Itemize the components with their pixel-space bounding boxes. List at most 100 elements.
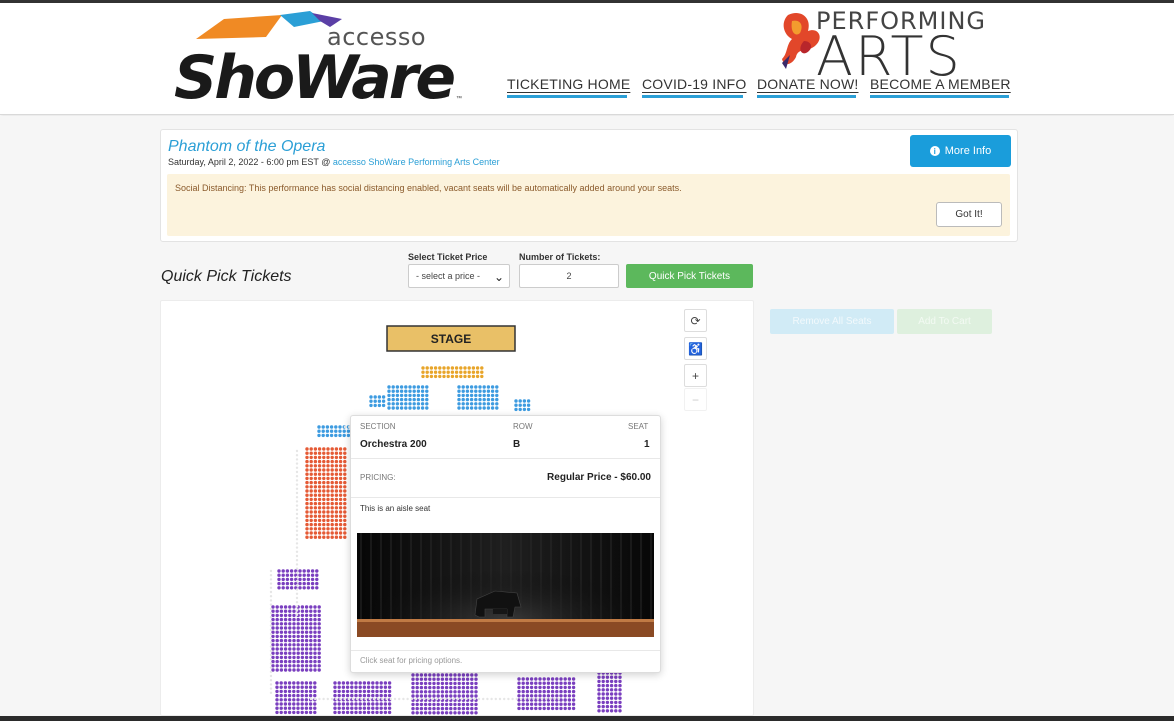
seat[interactable] bbox=[279, 630, 284, 634]
seat[interactable] bbox=[326, 510, 330, 514]
seat[interactable] bbox=[317, 468, 322, 472]
seat[interactable] bbox=[449, 677, 453, 681]
seat[interactable] bbox=[482, 402, 486, 406]
seat[interactable] bbox=[465, 685, 470, 690]
nav-covid-info[interactable]: COVID-19 INFO bbox=[642, 76, 747, 92]
seat[interactable] bbox=[338, 472, 343, 476]
seat[interactable] bbox=[461, 393, 465, 398]
seat[interactable] bbox=[309, 664, 313, 668]
seat[interactable] bbox=[334, 489, 339, 493]
seat[interactable] bbox=[345, 689, 350, 694]
remove-all-seats-button[interactable]: Remove All Seats bbox=[770, 309, 894, 334]
seat[interactable] bbox=[338, 447, 343, 451]
seat[interactable] bbox=[534, 681, 538, 685]
seat[interactable] bbox=[313, 634, 317, 639]
seat[interactable] bbox=[309, 518, 313, 523]
seat[interactable] bbox=[317, 634, 321, 639]
seat[interactable] bbox=[425, 366, 429, 370]
seat[interactable] bbox=[419, 711, 424, 715]
seat[interactable] bbox=[322, 493, 326, 497]
seat[interactable] bbox=[375, 702, 379, 706]
seat[interactable] bbox=[306, 577, 311, 582]
seat[interactable] bbox=[474, 402, 478, 406]
seat[interactable] bbox=[308, 702, 313, 706]
seat[interactable] bbox=[601, 692, 605, 696]
seat[interactable] bbox=[279, 638, 284, 643]
showare-logo[interactable]: accesso ShoWare ™ bbox=[172, 9, 472, 113]
seat[interactable] bbox=[522, 407, 527, 412]
seat[interactable] bbox=[457, 385, 461, 389]
seat[interactable] bbox=[429, 374, 434, 379]
seat[interactable] bbox=[446, 374, 450, 379]
seat[interactable] bbox=[283, 609, 288, 613]
seat[interactable] bbox=[383, 685, 388, 689]
seat[interactable] bbox=[333, 693, 337, 698]
seat[interactable] bbox=[383, 681, 388, 685]
seat[interactable] bbox=[304, 668, 309, 672]
seat[interactable] bbox=[375, 689, 379, 694]
seat[interactable] bbox=[317, 630, 321, 634]
seat[interactable] bbox=[486, 397, 491, 402]
seat[interactable] bbox=[279, 613, 284, 618]
seat[interactable] bbox=[333, 702, 337, 706]
seat[interactable] bbox=[436, 673, 440, 677]
seat[interactable] bbox=[618, 688, 622, 692]
seat[interactable] bbox=[304, 659, 309, 664]
seat[interactable] bbox=[305, 514, 309, 518]
seat[interactable] bbox=[309, 531, 313, 535]
seat[interactable] bbox=[369, 403, 373, 408]
seat[interactable] bbox=[343, 518, 347, 523]
seat[interactable] bbox=[304, 613, 309, 618]
seat[interactable] bbox=[313, 693, 317, 698]
seat[interactable] bbox=[292, 702, 296, 706]
seat[interactable] bbox=[330, 531, 334, 535]
seat[interactable] bbox=[315, 573, 319, 577]
seat[interactable] bbox=[470, 673, 474, 677]
seat[interactable] bbox=[345, 706, 350, 710]
seat[interactable] bbox=[404, 385, 408, 389]
seat[interactable] bbox=[322, 506, 326, 510]
seat[interactable] bbox=[425, 389, 429, 393]
seat[interactable] bbox=[571, 698, 576, 702]
seat[interactable] bbox=[309, 634, 313, 639]
seat[interactable] bbox=[317, 506, 322, 510]
seat[interactable] bbox=[279, 626, 284, 630]
seat[interactable] bbox=[522, 399, 527, 403]
seat[interactable] bbox=[287, 710, 292, 715]
seat[interactable] bbox=[334, 522, 339, 527]
seat[interactable] bbox=[521, 689, 525, 694]
seat[interactable] bbox=[369, 399, 373, 403]
seat[interactable] bbox=[317, 522, 322, 527]
seat[interactable] bbox=[618, 696, 622, 700]
seat[interactable] bbox=[387, 685, 392, 689]
seat[interactable] bbox=[288, 634, 292, 639]
seat[interactable] bbox=[404, 402, 408, 406]
seat[interactable] bbox=[292, 693, 296, 698]
seat[interactable] bbox=[334, 506, 339, 510]
seat[interactable] bbox=[601, 704, 605, 709]
seat[interactable] bbox=[317, 485, 322, 489]
seat[interactable] bbox=[408, 389, 412, 393]
seat[interactable] bbox=[343, 451, 347, 455]
seat[interactable] bbox=[457, 690, 461, 694]
seat[interactable] bbox=[362, 710, 367, 715]
seat[interactable] bbox=[304, 698, 309, 702]
seat[interactable] bbox=[463, 370, 467, 374]
seat[interactable] bbox=[555, 706, 559, 711]
seat[interactable] bbox=[317, 501, 322, 506]
seat[interactable] bbox=[315, 581, 319, 586]
seat[interactable] bbox=[470, 711, 474, 715]
seat[interactable] bbox=[313, 659, 317, 664]
seat[interactable] bbox=[322, 514, 326, 518]
seat[interactable] bbox=[350, 710, 354, 715]
seat[interactable] bbox=[449, 685, 453, 690]
seat[interactable] bbox=[601, 696, 605, 700]
seat[interactable] bbox=[423, 694, 428, 698]
seat[interactable] bbox=[412, 397, 416, 402]
seat[interactable] bbox=[387, 681, 392, 685]
seat[interactable] bbox=[275, 609, 279, 613]
seat[interactable] bbox=[298, 577, 302, 582]
seat[interactable] bbox=[334, 472, 339, 476]
seat[interactable] bbox=[432, 694, 436, 698]
seat[interactable] bbox=[334, 468, 339, 472]
